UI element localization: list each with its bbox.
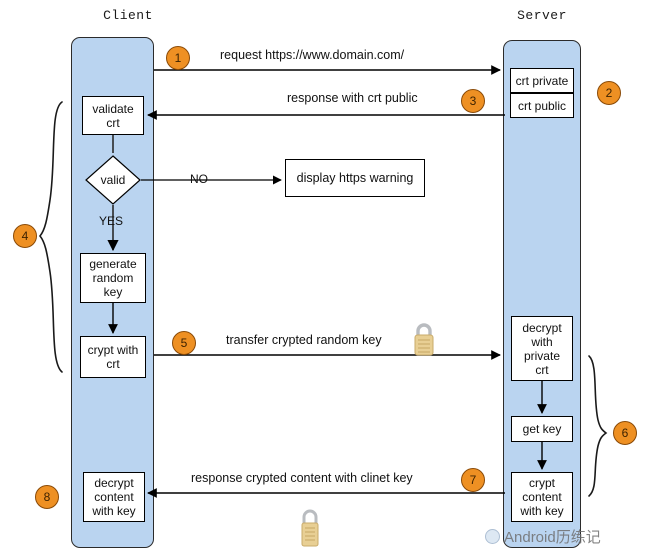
node-validate-crt: validate crt: [82, 96, 144, 135]
node-get-key: get key: [511, 416, 573, 442]
padlock-icon-response: [297, 506, 323, 553]
node-valid-decision: valid: [85, 155, 141, 205]
node-display-https-warning: display https warning: [285, 159, 425, 197]
node-decrypt-with-private-crt: decrypt with private crt: [511, 316, 573, 381]
lane-title-server: Server: [517, 8, 567, 23]
message-label-7: response crypted content with clinet key: [191, 471, 413, 485]
message-label-5: transfer crypted random key: [226, 333, 382, 347]
padlock-icon-transfer: [409, 320, 439, 361]
step-badge-4: 4: [13, 224, 37, 248]
message-label-3: response with crt public: [287, 91, 418, 105]
watermark: Android历练记: [485, 526, 601, 547]
step-badge-2: 2: [597, 81, 621, 105]
node-decrypt-content-with-key: decrypt content with key: [83, 472, 145, 522]
watermark-text: Android历练记: [504, 529, 601, 546]
branch-label-yes: YES: [99, 214, 124, 228]
node-generate-random-key: generate random key: [80, 253, 146, 303]
diagram-canvas: Client Server validate crt valid generat…: [0, 0, 648, 560]
node-crt-private: crt private: [510, 68, 574, 93]
circle-logo-icon: [485, 529, 500, 544]
step-badge-5: 5: [172, 331, 196, 355]
node-crypt-with-crt: crypt with crt: [80, 336, 146, 378]
message-label-1: request https://www.domain.com/: [220, 48, 405, 62]
step-badge-6: 6: [613, 421, 637, 445]
branch-label-no: NO: [190, 172, 208, 186]
step-badge-8: 8: [35, 485, 59, 509]
node-crypt-content-with-key: crypt content with key: [511, 472, 573, 522]
lane-title-client: Client: [103, 8, 153, 23]
step-badge-7: 7: [461, 468, 485, 492]
step-badge-1: 1: [166, 46, 190, 70]
step-badge-3: 3: [461, 89, 485, 113]
node-valid-decision-label: valid: [100, 173, 126, 187]
node-crt-public: crt public: [510, 93, 574, 118]
